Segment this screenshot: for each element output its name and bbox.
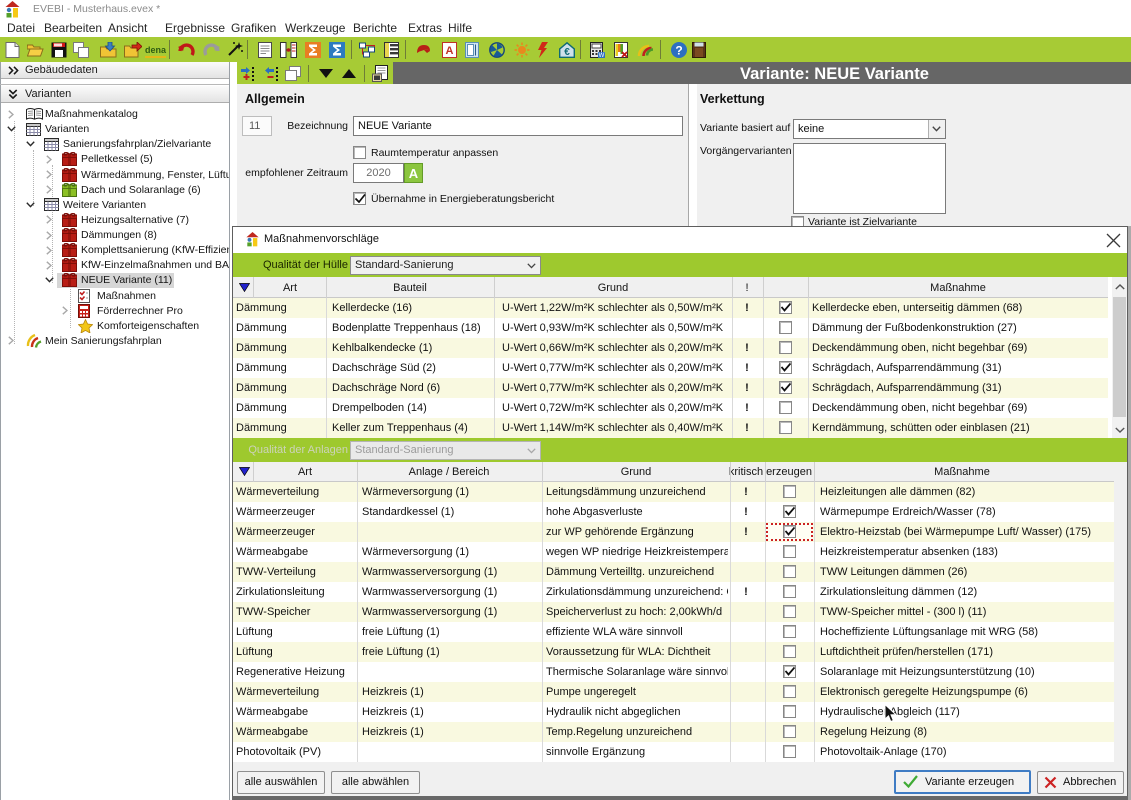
svg-text:A: A <box>446 45 454 57</box>
svg-text:?: ? <box>675 44 682 58</box>
svg-text:W: W <box>599 53 605 58</box>
svg-text:€: € <box>564 47 570 58</box>
